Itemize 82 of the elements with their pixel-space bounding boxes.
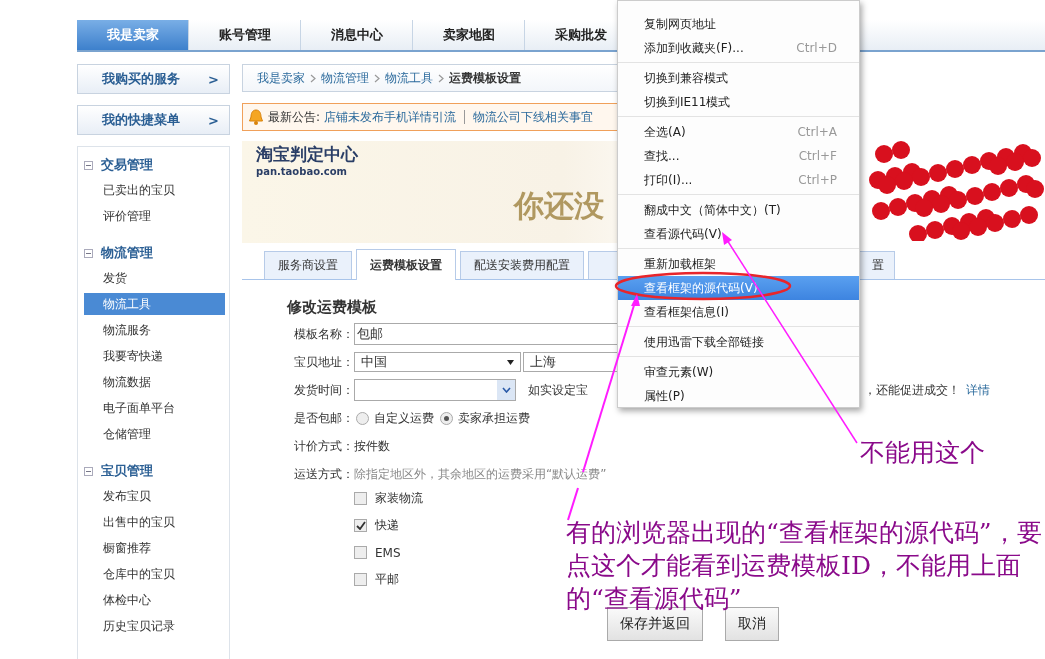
banner-logo: 淘宝判定中心 xyxy=(256,143,358,166)
section-title: 交易管理 xyxy=(101,156,153,174)
checkbox[interactable] xyxy=(354,519,367,532)
checkbox-label: 家装物流 xyxy=(375,490,423,507)
field-value: 按件数 xyxy=(354,438,390,455)
section-title: 物流管理 xyxy=(101,244,153,262)
bell-icon xyxy=(248,108,264,126)
menu-item[interactable]: 查看源代码(V) xyxy=(618,222,859,246)
radio-button[interactable] xyxy=(356,411,369,425)
breadcrumb-link[interactable]: 物流工具 xyxy=(385,69,433,87)
banner-url: pan.taobao.com xyxy=(256,166,348,177)
sidebar-item[interactable]: 物流工具 xyxy=(84,293,225,315)
sidebar-item[interactable]: 仓库中的宝贝 xyxy=(84,563,225,585)
caret-icon xyxy=(507,359,514,365)
checkbox[interactable] xyxy=(354,492,367,505)
field-label: 宝贝地址： xyxy=(293,354,354,371)
nav-tab[interactable]: 消息中心 xyxy=(301,20,413,50)
nav-tab[interactable]: 卖家地图 xyxy=(413,20,525,50)
sidebar-item[interactable]: 评价管理 xyxy=(84,205,225,227)
chevron-icon xyxy=(374,73,380,83)
sidebar-item[interactable]: 已卖出的宝贝 xyxy=(84,179,225,201)
radio-button[interactable] xyxy=(440,411,453,425)
sidebar-item[interactable]: 发货 xyxy=(84,267,225,289)
sidebar-item[interactable]: 出售中的宝贝 xyxy=(84,511,225,533)
form-title: 修改运费模板 xyxy=(287,298,377,317)
menu-item[interactable]: 打印(I)... Ctrl+P xyxy=(618,168,859,192)
sidebar-item[interactable]: 体检中心 xyxy=(84,589,225,611)
shortcut-button[interactable]: 我的快捷菜单 > xyxy=(77,105,230,135)
hint-text: 如实设定宝 xyxy=(528,381,588,399)
caret-icon xyxy=(501,387,511,393)
sub-tab[interactable]: 配送安装费用配置 xyxy=(460,251,584,279)
field-label: 模板名称： xyxy=(293,326,354,343)
nav-tab[interactable]: 账号管理 xyxy=(189,20,301,50)
select-field[interactable]: 中国 xyxy=(354,352,521,372)
checkbox-label: 平邮 xyxy=(375,571,399,588)
breadcrumb-link[interactable]: 物流管理 xyxy=(321,69,369,87)
breadcrumb-link[interactable]: 我是卖家 xyxy=(257,69,305,87)
breadcrumb-current: 运费模板设置 xyxy=(449,69,521,87)
section-title: 宝贝管理 xyxy=(101,462,153,480)
menu-item[interactable]: 属性(P) xyxy=(618,384,859,408)
menu-item[interactable]: 重新加载框架 xyxy=(618,252,859,276)
annotation-text: 不能用这个 xyxy=(860,437,985,469)
banner-headline: 你还没 xyxy=(514,187,604,225)
notice-link[interactable]: 物流公司下线相关事宜 xyxy=(473,108,594,126)
collapse-icon[interactable] xyxy=(84,466,93,476)
checkbox-label: EMS xyxy=(375,545,401,560)
sidebar-item[interactable]: 电子面单平台 xyxy=(84,397,225,419)
chevron-icon xyxy=(438,73,444,83)
hint-text: ，还能促进成交！ xyxy=(864,381,960,399)
menu-item[interactable]: 翻成中文（简体中文）(T) xyxy=(618,198,859,222)
collapse-icon[interactable] xyxy=(84,248,93,258)
collapse-icon[interactable] xyxy=(84,160,93,170)
field-label: 发货时间： xyxy=(293,382,354,399)
sidebar-item[interactable]: 物流服务 xyxy=(84,319,225,341)
shortcut-button[interactable]: 我购买的服务 > xyxy=(77,64,230,94)
menu-item[interactable]: 切换到兼容模式 xyxy=(618,66,859,90)
menu-item[interactable]: 查找... Ctrl+F xyxy=(618,144,859,168)
field-label: 计价方式： xyxy=(293,438,354,455)
notice-link[interactable]: 店铺未发布手机详情引流 xyxy=(324,108,457,126)
shipping-note: 除指定地区外，其余地区的运费采用“默认运费” xyxy=(354,466,607,483)
sidebar-item[interactable]: 历史宝贝记录 xyxy=(84,615,225,637)
menu-item[interactable]: 切换到IE11模式 xyxy=(618,90,859,114)
sidebar-item[interactable]: 发布宝贝 xyxy=(84,485,225,507)
sub-tab[interactable]: 运费模板设置 xyxy=(356,249,456,280)
details-link[interactable]: 详情 xyxy=(966,381,990,399)
sidebar-item[interactable]: 我要寄快递 xyxy=(84,345,225,367)
sub-tab[interactable]: 服务商设置 xyxy=(264,251,352,279)
field-label: 是否包邮： xyxy=(293,410,354,427)
field-label: 运送方式： xyxy=(293,466,354,483)
select-field[interactable] xyxy=(354,379,516,401)
checkbox[interactable] xyxy=(354,573,367,586)
notice-label: 最新公告: xyxy=(268,108,321,126)
menu-item[interactable]: 查看框架信息(I) xyxy=(618,300,859,324)
sidebar-item[interactable]: 橱窗推荐 xyxy=(84,537,225,559)
menu-item[interactable]: 全选(A) Ctrl+A xyxy=(618,120,859,144)
radio-label: 自定义运费 xyxy=(374,409,434,427)
sidebar-item[interactable]: 仓储管理 xyxy=(84,423,225,445)
sidebar-item[interactable]: 物流数据 xyxy=(84,371,225,393)
checkbox[interactable] xyxy=(354,546,367,559)
chevron-icon xyxy=(310,73,316,83)
radio-label: 卖家承担运费 xyxy=(458,409,530,427)
checkbox-label: 快递 xyxy=(375,517,399,534)
